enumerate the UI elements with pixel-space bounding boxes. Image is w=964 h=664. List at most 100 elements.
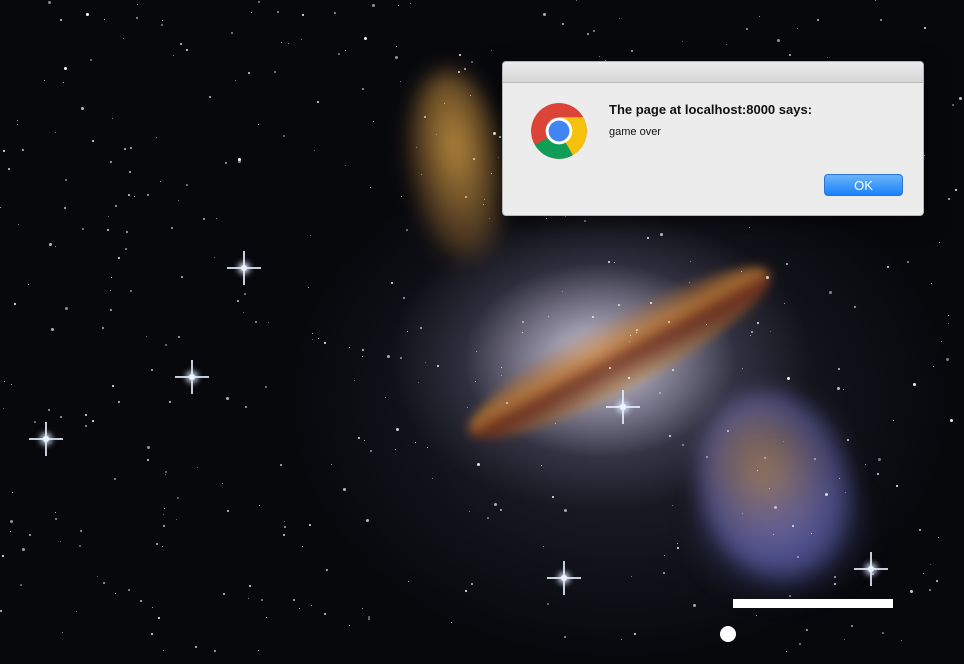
star — [459, 54, 461, 56]
star — [134, 196, 135, 197]
star — [225, 162, 227, 164]
star — [838, 368, 840, 370]
star — [92, 140, 94, 142]
star — [293, 599, 295, 601]
star — [302, 546, 303, 547]
star — [147, 194, 149, 196]
star — [3, 150, 5, 152]
star — [522, 321, 524, 323]
star — [48, 409, 50, 411]
star — [727, 430, 729, 432]
alert-dialog: The page at localhost:8000 says: game ov… — [502, 61, 924, 216]
star — [137, 4, 138, 5]
star — [501, 375, 502, 376]
star — [152, 607, 153, 608]
star — [177, 497, 179, 499]
star — [107, 229, 109, 231]
star — [471, 583, 473, 585]
star — [552, 496, 554, 498]
star — [706, 324, 707, 325]
star — [950, 419, 953, 422]
star — [619, 18, 620, 19]
star — [487, 517, 489, 519]
star — [85, 425, 87, 427]
star — [562, 291, 563, 292]
star — [391, 282, 393, 284]
star — [786, 263, 788, 265]
star — [837, 387, 840, 390]
star — [664, 555, 665, 556]
star — [17, 124, 18, 125]
star — [506, 402, 508, 404]
bright-star — [175, 360, 209, 394]
star — [128, 194, 130, 196]
star — [370, 187, 371, 188]
star — [792, 525, 794, 527]
star — [784, 303, 785, 304]
star — [882, 632, 884, 634]
star — [491, 50, 492, 51]
star — [146, 336, 147, 337]
star — [930, 564, 931, 565]
star — [136, 17, 138, 19]
star — [284, 521, 285, 522]
star — [280, 464, 282, 466]
star — [498, 157, 499, 158]
star — [458, 71, 460, 73]
star — [547, 603, 549, 605]
star — [901, 640, 902, 641]
star — [401, 196, 402, 197]
game-canvas[interactable]: The page at localhost:8000 says: game ov… — [0, 0, 964, 664]
star — [104, 19, 105, 20]
star — [931, 283, 932, 284]
galaxy-glow-blue — [680, 440, 880, 610]
star — [501, 367, 502, 368]
star — [789, 595, 791, 597]
star — [165, 474, 166, 475]
star — [636, 329, 638, 331]
star — [936, 580, 938, 582]
star — [281, 42, 282, 43]
star — [288, 43, 289, 44]
star — [880, 19, 882, 21]
star — [128, 589, 130, 591]
star — [395, 449, 396, 450]
star — [663, 572, 665, 574]
star — [659, 392, 661, 394]
star — [331, 464, 332, 465]
star — [913, 383, 916, 386]
star — [851, 625, 853, 627]
star — [11, 384, 12, 385]
star — [425, 362, 426, 363]
ok-button[interactable]: OK — [824, 174, 903, 196]
star — [742, 513, 743, 514]
star — [436, 134, 437, 135]
star — [362, 356, 363, 357]
star — [140, 600, 142, 602]
paddle[interactable] — [733, 599, 893, 608]
star — [682, 41, 683, 42]
star — [757, 322, 759, 324]
star — [79, 545, 81, 547]
star — [343, 488, 346, 491]
star — [877, 473, 879, 475]
star — [872, 573, 874, 575]
star — [396, 428, 399, 431]
star — [631, 50, 633, 52]
star — [769, 488, 770, 489]
star — [237, 300, 239, 302]
star — [395, 56, 398, 59]
star — [258, 1, 260, 3]
bright-star — [227, 251, 261, 285]
star — [844, 639, 845, 640]
star — [314, 150, 315, 151]
star — [171, 227, 173, 229]
star — [216, 218, 217, 219]
star — [408, 581, 409, 582]
star — [576, 0, 577, 1]
star — [235, 80, 236, 81]
star — [284, 526, 286, 528]
star — [398, 5, 399, 6]
star — [372, 4, 375, 7]
star — [92, 420, 94, 422]
